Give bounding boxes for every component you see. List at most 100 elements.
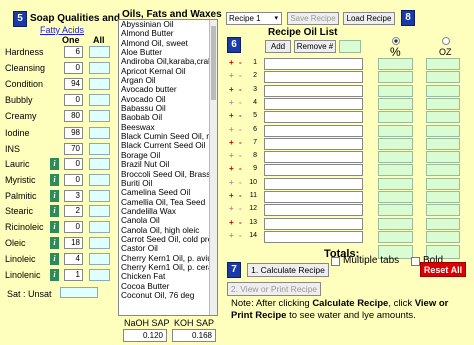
percent-radio[interactable] bbox=[392, 37, 400, 45]
row-minus-button[interactable]: - bbox=[239, 204, 242, 213]
recipe-oil-name-field[interactable] bbox=[264, 97, 363, 110]
oil-list-item[interactable]: Borage Oil bbox=[119, 151, 209, 160]
remove-button[interactable]: Remove # bbox=[294, 40, 336, 53]
row-plus-button[interactable]: + bbox=[229, 138, 234, 147]
row-plus-button[interactable]: + bbox=[229, 111, 234, 120]
oil-list-item[interactable]: Brazil Nut Oil bbox=[119, 160, 209, 169]
recipe-oz-field[interactable] bbox=[426, 217, 460, 230]
row-minus-button[interactable]: - bbox=[239, 138, 242, 147]
row-minus-button[interactable]: - bbox=[239, 125, 242, 134]
oz-radio[interactable] bbox=[442, 37, 450, 45]
row-plus-button[interactable]: + bbox=[229, 71, 234, 80]
recipe-oz-field[interactable] bbox=[426, 151, 460, 164]
row-minus-button[interactable]: - bbox=[239, 111, 242, 120]
oil-list-item[interactable]: Argan Oil bbox=[119, 76, 209, 85]
recipe-oil-name-field[interactable] bbox=[264, 151, 363, 164]
oil-list-item[interactable]: Andiroba Oil,karaba,crab bbox=[119, 57, 209, 66]
oil-list-item[interactable]: Almond Butter bbox=[119, 29, 209, 38]
row-plus-button[interactable]: + bbox=[229, 164, 234, 173]
row-plus-button[interactable]: + bbox=[229, 231, 234, 240]
oil-list-scrollbar[interactable] bbox=[209, 20, 217, 315]
row-minus-button[interactable]: - bbox=[239, 98, 242, 107]
info-icon[interactable]: i bbox=[50, 205, 59, 218]
recipe-percent-field[interactable] bbox=[378, 204, 413, 217]
row-minus-button[interactable]: - bbox=[239, 71, 242, 80]
oil-list-item[interactable]: Black Cumin Seed Oil, ni bbox=[119, 132, 209, 141]
view-print-recipe-button[interactable]: 2. View or Print Recipe bbox=[227, 282, 321, 296]
oil-list-item[interactable]: Castor Oil bbox=[119, 244, 209, 253]
oil-list-item[interactable]: Canola Oil, high oleic bbox=[119, 226, 209, 235]
recipe-select[interactable]: Recipe 1 ▾ bbox=[226, 12, 282, 25]
row-plus-button[interactable]: + bbox=[229, 98, 234, 107]
oil-list-item[interactable]: Canola Oil bbox=[119, 216, 209, 225]
recipe-percent-field[interactable] bbox=[378, 177, 413, 190]
recipe-percent-field[interactable] bbox=[378, 84, 413, 97]
recipe-oil-name-field[interactable] bbox=[264, 164, 363, 177]
oil-list-item[interactable]: Black Current Seed Oil bbox=[119, 141, 209, 150]
recipe-percent-field[interactable] bbox=[378, 124, 413, 137]
oil-list-item[interactable]: Aloe Butter bbox=[119, 48, 209, 57]
oil-list-item[interactable]: Baobab Oil bbox=[119, 113, 209, 122]
recipe-oil-name-field[interactable] bbox=[264, 230, 363, 243]
recipe-oil-name-field[interactable] bbox=[264, 84, 363, 97]
oil-list-item[interactable]: Avocado butter bbox=[119, 85, 209, 94]
info-icon[interactable]: i bbox=[50, 189, 59, 202]
row-minus-button[interactable]: - bbox=[239, 218, 242, 227]
row-minus-button[interactable]: - bbox=[239, 164, 242, 173]
recipe-percent-field[interactable] bbox=[378, 111, 413, 124]
oil-list-item[interactable]: Cherry Kern1 Oil, p. cera bbox=[119, 263, 209, 272]
recipe-oz-field[interactable] bbox=[426, 58, 460, 70]
add-button[interactable]: Add bbox=[265, 40, 291, 53]
row-plus-button[interactable]: + bbox=[229, 58, 234, 67]
recipe-oz-field[interactable] bbox=[426, 124, 460, 137]
recipe-oz-field[interactable] bbox=[426, 71, 460, 84]
oil-list-item[interactable]: Camellia Oil, Tea Seed bbox=[119, 198, 209, 207]
row-minus-button[interactable]: - bbox=[239, 85, 242, 94]
oil-list-item[interactable]: Almond Oil, sweet bbox=[119, 39, 209, 48]
recipe-oz-field[interactable] bbox=[426, 230, 460, 243]
recipe-oil-name-field[interactable] bbox=[264, 137, 363, 150]
scrollbar-thumb[interactable] bbox=[211, 26, 216, 100]
calculate-recipe-button[interactable]: 1. Calculate Recipe bbox=[247, 263, 329, 277]
oil-list-item[interactable]: Apricot Kernal Oil bbox=[119, 67, 209, 76]
recipe-oil-name-field[interactable] bbox=[264, 204, 363, 217]
recipe-oil-name-field[interactable] bbox=[264, 124, 363, 137]
info-icon[interactable]: i bbox=[50, 268, 59, 281]
oil-list-item[interactable]: Chicken Fat bbox=[119, 272, 209, 281]
oil-list-item[interactable]: Babassu Oil bbox=[119, 104, 209, 113]
recipe-oz-field[interactable] bbox=[426, 84, 460, 97]
recipe-percent-field[interactable] bbox=[378, 97, 413, 110]
info-icon[interactable]: i bbox=[50, 252, 59, 265]
recipe-oz-field[interactable] bbox=[426, 111, 460, 124]
oil-list-item[interactable]: Coconut Oil, 76 deg bbox=[119, 291, 209, 300]
recipe-oz-field[interactable] bbox=[426, 204, 460, 217]
bold-checkbox[interactable] bbox=[411, 257, 420, 266]
recipe-oil-name-field[interactable] bbox=[264, 191, 363, 203]
save-recipe-button[interactable]: Save Recipe bbox=[287, 12, 339, 25]
recipe-oz-field[interactable] bbox=[426, 137, 460, 150]
oil-list-item[interactable]: Beeswax bbox=[119, 123, 209, 132]
recipe-oil-name-field[interactable] bbox=[264, 58, 363, 70]
recipe-percent-field[interactable] bbox=[378, 137, 413, 150]
oil-list-item[interactable]: Cocoa Butter bbox=[119, 282, 209, 291]
recipe-oz-field[interactable] bbox=[426, 97, 460, 110]
recipe-oil-name-field[interactable] bbox=[264, 111, 363, 124]
recipe-percent-field[interactable] bbox=[378, 151, 413, 164]
info-icon[interactable]: i bbox=[50, 173, 59, 186]
info-icon[interactable]: i bbox=[50, 237, 59, 249]
row-minus-button[interactable]: - bbox=[239, 178, 242, 187]
recipe-percent-field[interactable] bbox=[378, 58, 413, 70]
row-plus-button[interactable]: + bbox=[229, 218, 234, 227]
row-minus-button[interactable]: - bbox=[239, 151, 242, 160]
row-minus-button[interactable]: - bbox=[239, 231, 242, 240]
oil-list-item[interactable]: Carrot Seed Oil, cold pre bbox=[119, 235, 209, 244]
recipe-percent-field[interactable] bbox=[378, 191, 413, 203]
row-minus-button[interactable]: - bbox=[239, 58, 242, 67]
row-plus-button[interactable]: + bbox=[229, 178, 234, 187]
row-plus-button[interactable]: + bbox=[229, 191, 234, 200]
oil-list-item[interactable]: Abyssinian Oil bbox=[119, 20, 209, 29]
info-icon[interactable]: i bbox=[50, 221, 59, 234]
recipe-percent-field[interactable] bbox=[378, 164, 413, 177]
load-recipe-button[interactable]: Load Recipe bbox=[343, 12, 395, 25]
oil-list-item[interactable]: Buriti Oil bbox=[119, 179, 209, 188]
